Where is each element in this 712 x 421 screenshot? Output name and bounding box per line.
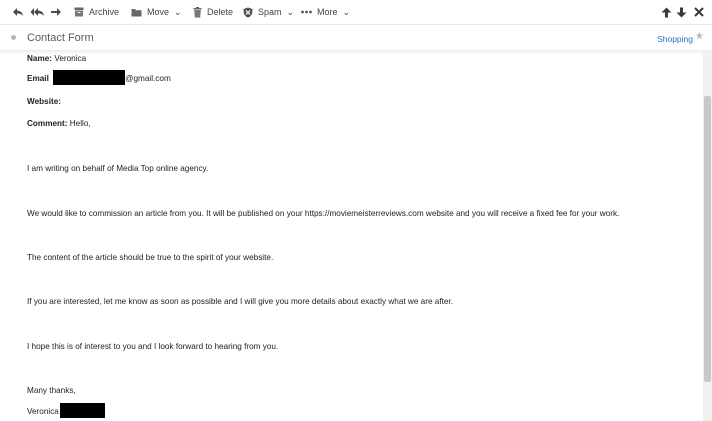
spam-label: Spam bbox=[258, 7, 282, 17]
arrow-up-icon bbox=[661, 7, 672, 17]
paragraph: We would like to commission an article f… bbox=[27, 209, 620, 218]
archive-button[interactable]: Archive bbox=[74, 0, 119, 25]
archive-label: Archive bbox=[89, 7, 120, 17]
more-dots-icon bbox=[301, 10, 312, 14]
name-label: Name: bbox=[27, 54, 53, 63]
paragraph: I hope this is of interest to you and I … bbox=[27, 342, 279, 351]
message-toolbar: Archive Move ⌄ Delete Spam ⌄ More ⌄ bbox=[0, 0, 712, 25]
delete-button[interactable]: Delete bbox=[193, 0, 233, 25]
arrow-down-icon bbox=[676, 7, 687, 17]
reply-all-button[interactable] bbox=[30, 0, 45, 25]
signature: Veronica bbox=[27, 403, 105, 418]
comment-label: Comment: bbox=[27, 119, 68, 128]
archive-icon bbox=[74, 7, 84, 17]
email-field: Email @gmail.com bbox=[27, 70, 171, 85]
spam-button[interactable]: Spam ⌄ bbox=[243, 0, 294, 25]
move-label: Move bbox=[147, 7, 170, 17]
name-value: Veronica bbox=[54, 54, 87, 63]
close-icon bbox=[694, 7, 704, 17]
chevron-down-icon: ⌄ bbox=[342, 6, 351, 17]
chevron-down-icon: ⌄ bbox=[174, 6, 182, 17]
unread-dot-icon[interactable] bbox=[11, 35, 16, 40]
signature-name: Veronica bbox=[27, 407, 59, 417]
email-label: Email bbox=[27, 74, 49, 84]
next-message-button[interactable] bbox=[676, 0, 687, 25]
forward-button[interactable] bbox=[50, 0, 62, 25]
reply-icon bbox=[13, 8, 23, 16]
close-button[interactable] bbox=[694, 0, 704, 25]
move-button[interactable]: Move ⌄ bbox=[131, 0, 182, 25]
paragraph: The content of the article should be tru… bbox=[27, 253, 274, 262]
more-button[interactable]: More ⌄ bbox=[301, 0, 350, 25]
more-label: More bbox=[317, 7, 338, 17]
comment-greeting: Hello, bbox=[69, 119, 91, 128]
star-icon[interactable]: ★ bbox=[695, 31, 704, 42]
delete-label: Delete bbox=[207, 7, 234, 17]
paragraph: If you are interested, let me know as so… bbox=[27, 297, 453, 306]
email-redaction bbox=[53, 70, 126, 85]
forward-icon bbox=[51, 8, 61, 16]
trash-icon bbox=[193, 6, 202, 17]
scrollbar-thumb[interactable] bbox=[704, 96, 711, 382]
email-domain[interactable]: @gmail.com bbox=[125, 74, 171, 83]
name-field: Name: Veronica bbox=[27, 53, 86, 64]
signoff: Many thanks, bbox=[27, 386, 76, 395]
message-header: Contact Form Shopping ★ bbox=[0, 25, 712, 51]
previous-message-button[interactable] bbox=[661, 0, 672, 25]
chevron-down-icon: ⌄ bbox=[286, 6, 295, 17]
folder-icon bbox=[131, 8, 142, 16]
website-label: Website: bbox=[27, 97, 61, 106]
website-field: Website: bbox=[27, 96, 61, 107]
reply-button[interactable] bbox=[12, 0, 24, 25]
message-subject: Contact Form bbox=[27, 32, 94, 44]
shield-icon bbox=[243, 7, 253, 17]
surname-redaction bbox=[59, 403, 105, 418]
category-label[interactable]: Shopping bbox=[657, 34, 693, 44]
comment-field: Comment: Hello, bbox=[27, 118, 91, 129]
reply-all-icon bbox=[30, 8, 44, 16]
paragraph: I am writing on behalf of Media Top onli… bbox=[27, 164, 209, 173]
